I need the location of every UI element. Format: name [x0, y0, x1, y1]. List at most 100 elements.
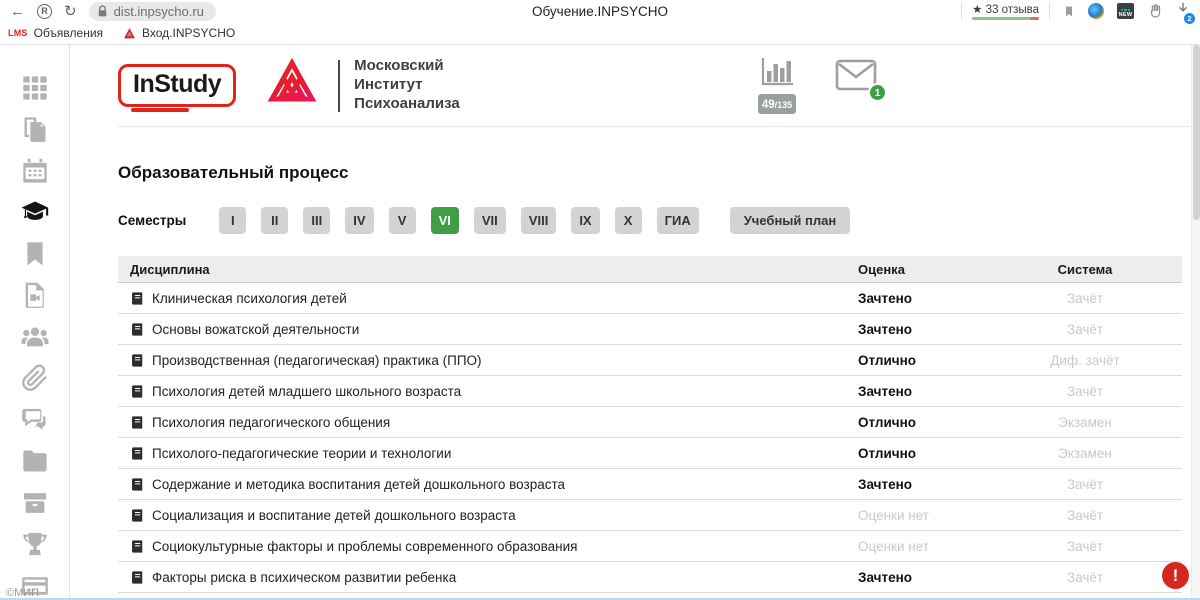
table-row[interactable]: Психолого-педагогические теории и технол…	[118, 438, 1182, 469]
system-value: Зачёт	[988, 539, 1182, 554]
table-row[interactable]: Социализация и воспитание детей дошкольн…	[118, 500, 1182, 531]
bookmark-inpsycho-login[interactable]: Вход.INPSYCHO	[123, 26, 235, 40]
semester-tab-9[interactable]: IX	[571, 207, 599, 234]
curriculum-button[interactable]: Учебный план	[730, 207, 850, 234]
users-icon[interactable]	[20, 322, 50, 351]
back-icon[interactable]: ←	[10, 4, 25, 19]
book-icon	[130, 415, 144, 430]
table-row[interactable]: Содержание и методика воспитания детей д…	[118, 469, 1182, 500]
grade-value: Зачтено	[858, 322, 988, 337]
semester-tabs: Семестры I II III IV V VI VII VIII IX X …	[118, 207, 1200, 234]
grade-value: Отлично	[858, 353, 988, 368]
page-scrollbar[interactable]	[1191, 45, 1200, 600]
extension-new-icon[interactable]: NEW	[1117, 3, 1134, 19]
scrollbar-thumb[interactable]	[1193, 45, 1200, 220]
documents-icon[interactable]	[20, 115, 50, 144]
mail-button[interactable]: 1	[835, 59, 877, 96]
book-icon	[130, 446, 144, 461]
grade-value: Зачтено	[858, 570, 988, 585]
grade-value: Оценки нет	[858, 508, 988, 523]
table-row[interactable]: Производственная (педагогическая) практи…	[118, 345, 1182, 376]
reviews-label: ★ 33 отзыва	[972, 2, 1039, 16]
browser-home-icon[interactable]: Я	[37, 4, 52, 19]
col-header-grade: Оценка	[858, 262, 988, 277]
grade-value: Отлично	[858, 446, 988, 461]
grade-value: Оценки нет	[858, 539, 988, 554]
semester-tab-8[interactable]: VIII	[521, 207, 557, 234]
bookmarks-bar: LMS Объявления Вход.INPSYCHO	[0, 22, 1200, 45]
system-value: Зачёт	[988, 322, 1182, 337]
instudy-logo[interactable]: InStudy	[118, 64, 236, 107]
book-icon	[130, 353, 144, 368]
paperclip-icon[interactable]	[20, 364, 50, 393]
system-value: Экзамен	[988, 446, 1182, 461]
system-value: Зачёт	[988, 477, 1182, 492]
semester-tab-5[interactable]: V	[389, 207, 416, 234]
grade-value: Зачтено	[858, 384, 988, 399]
graduation-cap-icon[interactable]	[20, 198, 50, 227]
downloads-button[interactable]: 2	[1176, 1, 1190, 21]
semester-tab-gia[interactable]: ГИА	[657, 207, 699, 234]
instudy-logo-text: InStudy	[133, 70, 221, 98]
book-icon	[130, 322, 144, 337]
sidebar-nav: ©МИП	[0, 45, 70, 600]
bookmark-announcements[interactable]: LMS Объявления	[8, 26, 103, 40]
reviews-rating-bar	[972, 17, 1039, 20]
grade-value: Зачтено	[858, 477, 988, 492]
url-text: dist.inpsycho.ru	[114, 4, 204, 19]
bar-chart-icon	[760, 57, 794, 87]
lms-favicon: LMS	[8, 28, 28, 38]
institute-name: Московский Институт Психоанализа	[354, 57, 460, 113]
semester-tab-10[interactable]: X	[615, 207, 642, 234]
refresh-icon[interactable]: ↻	[64, 4, 77, 19]
table-row[interactable]: Клиническая психология детей Зачтено Зач…	[118, 283, 1182, 314]
semester-tab-3[interactable]: III	[303, 207, 330, 234]
semester-tab-4[interactable]: IV	[345, 207, 373, 234]
table-row[interactable]: Основы вожатской деятельности Зачтено За…	[118, 314, 1182, 345]
mail-unread-badge: 1	[868, 83, 887, 102]
book-icon	[130, 570, 144, 585]
system-value: Зачёт	[988, 508, 1182, 523]
calendar-icon[interactable]	[20, 156, 50, 185]
semesters-label: Семестры	[118, 213, 186, 228]
book-icon	[130, 539, 144, 554]
archive-icon[interactable]	[20, 488, 50, 517]
grades-table: Дисциплина Оценка Система Клиническая пс…	[118, 256, 1182, 593]
trophy-icon[interactable]	[20, 530, 50, 559]
bookmark-icon[interactable]	[20, 239, 50, 268]
table-row[interactable]: Социокультурные факторы и проблемы совре…	[118, 531, 1182, 562]
semester-tab-7[interactable]: VII	[474, 207, 506, 234]
system-value: Зачёт	[988, 384, 1182, 399]
semester-tab-1[interactable]: I	[219, 207, 246, 234]
semester-tab-6-active[interactable]: VI	[431, 207, 459, 234]
apps-grid-icon[interactable]	[20, 73, 50, 102]
system-value: Зачёт	[988, 291, 1182, 306]
alert-notification-button[interactable]: !	[1162, 562, 1189, 589]
chat-icon[interactable]	[20, 405, 50, 434]
book-icon	[130, 384, 144, 399]
downloads-badge: 2	[1184, 13, 1195, 24]
grade-value: Отлично	[858, 415, 988, 430]
browser-toolbar: ← Я ↻ dist.inpsycho.ru Обучение.INPSYCHO…	[0, 0, 1200, 22]
browser-profile-icon[interactable]	[1088, 3, 1104, 19]
bookmark-flag-icon[interactable]	[1063, 4, 1075, 19]
system-value: Экзамен	[988, 415, 1182, 430]
reviews-widget[interactable]: ★ 33 отзыва	[961, 2, 1050, 20]
table-row[interactable]: Психология педагогического общения Отлич…	[118, 407, 1182, 438]
folder-icon[interactable]	[20, 447, 50, 476]
hand-icon[interactable]	[1147, 3, 1163, 19]
book-icon	[130, 508, 144, 523]
page-title: Образовательный процесс	[118, 163, 1200, 183]
semester-tab-2[interactable]: II	[261, 207, 288, 234]
logo-divider	[338, 60, 340, 112]
table-row[interactable]: Факторы риска в психическом развитии реб…	[118, 562, 1182, 593]
system-value: Диф. зачёт	[988, 353, 1182, 368]
video-file-icon[interactable]	[20, 281, 50, 310]
col-header-discipline: Дисциплина	[118, 262, 858, 277]
address-bar[interactable]: dist.inpsycho.ru	[89, 2, 216, 21]
lock-icon	[97, 5, 108, 18]
book-icon	[130, 291, 144, 306]
progress-stats-button[interactable]: 49/135	[755, 57, 799, 114]
progress-badge: 49/135	[758, 94, 796, 114]
table-row[interactable]: Психология детей младшего школьного возр…	[118, 376, 1182, 407]
